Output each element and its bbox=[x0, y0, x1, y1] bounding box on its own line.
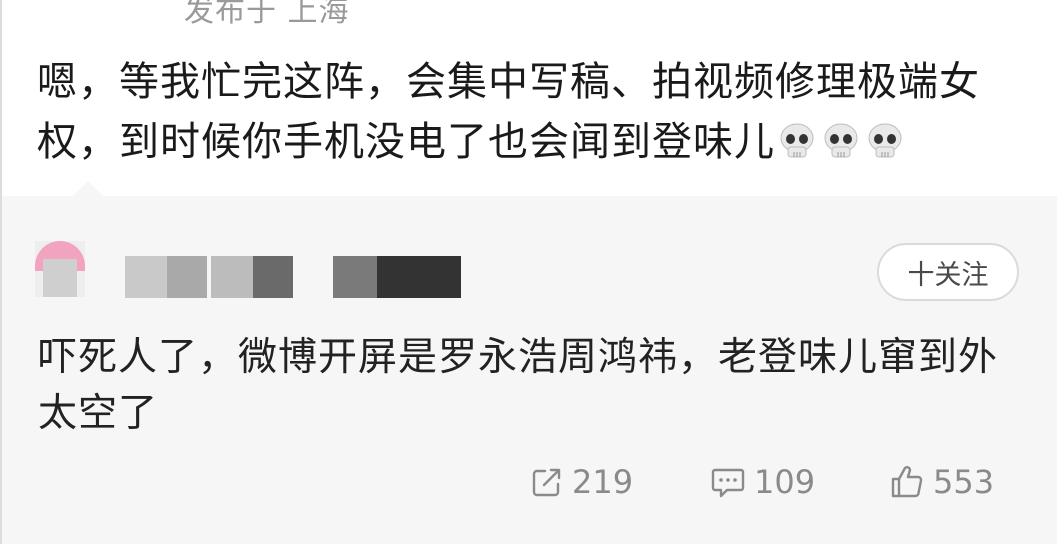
skull-emoji-icon bbox=[868, 123, 902, 158]
comment-count: 109 bbox=[754, 463, 816, 501]
mosaic-block bbox=[125, 256, 167, 298]
mosaic-block bbox=[211, 256, 253, 298]
skull-emoji-icon bbox=[824, 123, 858, 158]
mosaic-block bbox=[167, 256, 207, 298]
like-count: 553 bbox=[933, 463, 995, 501]
mosaic-block bbox=[377, 256, 461, 298]
post-location: 发布于 上海 bbox=[184, 0, 350, 29]
emoji-group bbox=[777, 121, 905, 161]
post-text: 嗯，等我忙完这阵，会集中写稿、拍视频修理极端女权，到时候你手机没电了也会闻到登味… bbox=[37, 52, 1027, 172]
comment-pointer bbox=[72, 181, 104, 197]
card-edge bbox=[0, 0, 2, 544]
repost-count: 219 bbox=[572, 463, 634, 501]
mosaic-block bbox=[333, 256, 377, 298]
comment-button[interactable]: 109 bbox=[710, 460, 815, 504]
comment-icon bbox=[711, 468, 745, 498]
like-button[interactable]: 553 bbox=[889, 460, 994, 504]
username-redacted[interactable] bbox=[125, 256, 461, 298]
comment-text: 吓死人了，微博开屏是罗永浩周鸿祎，老登味儿窜到外太空了 bbox=[38, 335, 999, 436]
follow-button[interactable]: 十关注 bbox=[877, 243, 1019, 301]
post-card: 发布于 上海 嗯，等我忙完这阵，会集中写稿、拍视频修理极端女权，到时候你手机没电… bbox=[0, 0, 1057, 196]
avatar-mosaic bbox=[43, 259, 77, 297]
thumbs-up-icon bbox=[891, 466, 923, 498]
mosaic-block bbox=[253, 256, 293, 298]
repost-button[interactable]: 219 bbox=[530, 460, 633, 504]
repost-icon bbox=[532, 468, 561, 497]
skull-emoji-icon bbox=[780, 123, 814, 158]
avatar[interactable] bbox=[35, 241, 85, 297]
